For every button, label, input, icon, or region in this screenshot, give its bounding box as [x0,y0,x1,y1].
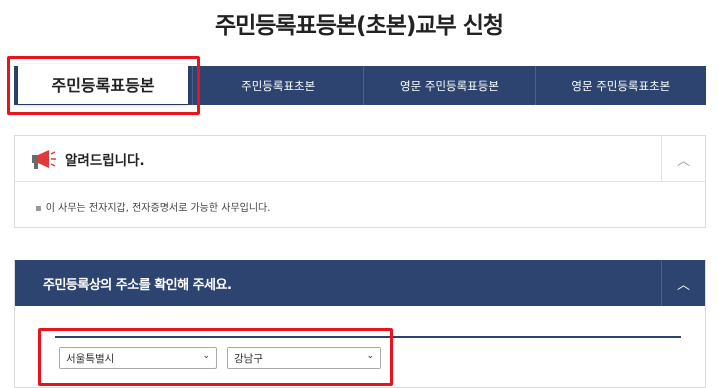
tab-english-resident-copy[interactable]: 영문 주민등록표등본 [363,66,534,105]
notice-panel: 알려드립니다. ︿ ▪ 이 사무는 전자지갑, 전자증명서로 가능한 사무입니다. [14,135,706,228]
district-select-value: 강남구 [234,352,263,365]
chevron-down-icon: ⌄ [202,351,210,361]
chevron-up-icon[interactable]: ︿ [661,136,705,182]
address-panel: 주민등록상의 주소를 확인해 주세요. ︿ 서울특별시 ⌄ 강남구 ⌄ [14,260,706,388]
notice-message-row: ▪ 이 사무는 전자지갑, 전자증명서로 가능한 사무입니다. [15,182,705,214]
megaphone-icon [32,149,56,169]
tab-resident-copy[interactable]: 주민등록표등본 [18,64,188,104]
chevron-down-icon: ⌄ [366,351,374,361]
tab-resident-abstract[interactable]: 주민등록표초본 [192,66,363,105]
chevron-up-icon[interactable]: ︿ [661,260,705,306]
city-select[interactable]: 서울특별시 ⌄ [59,347,217,369]
notice-title: 알려드립니다. [65,152,145,169]
district-select[interactable]: 강남구 ⌄ [227,347,381,369]
notice-message: 이 사무는 전자지갑, 전자증명서로 가능한 사무입니다. [45,203,271,214]
address-header: 주민등록상의 주소를 확인해 주세요. ︿ [15,260,705,306]
address-title: 주민등록상의 주소를 확인해 주세요. [43,277,232,293]
city-select-value: 서울특별시 [66,352,115,365]
page-title: 주민등록표등본(초본)교부 신청 [214,13,504,39]
address-divider [55,336,681,338]
bullet-icon: ▪ [35,203,42,214]
tab-bar: 주민등록표등본 주민등록표초본 영문 주민등록표등본 영문 주민등록표초본 [14,64,706,105]
tab-english-resident-abstract[interactable]: 영문 주민등록표초본 [534,66,706,105]
notice-header: 알려드립니다. ︿ [15,136,705,182]
